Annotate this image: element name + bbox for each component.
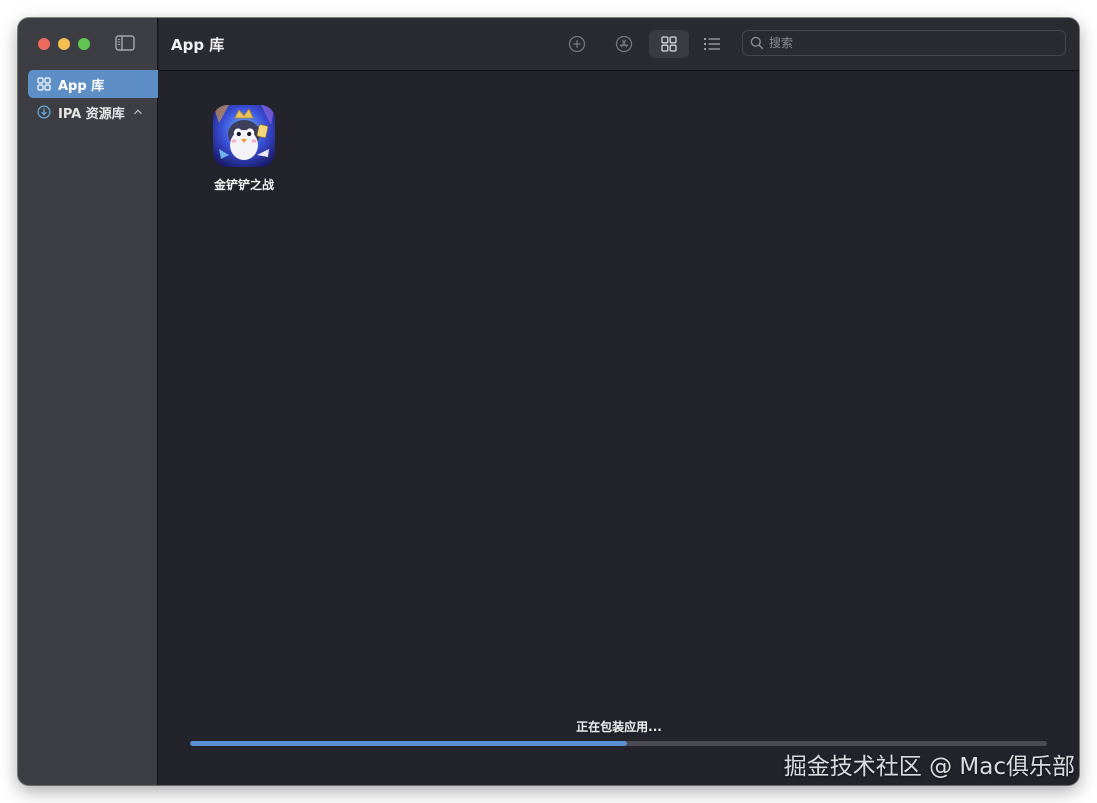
grid-view-button[interactable] bbox=[649, 30, 689, 58]
sidebar-item-label: App 库 bbox=[58, 78, 105, 94]
grid-icon bbox=[37, 77, 51, 91]
zoom-window-button[interactable] bbox=[78, 38, 90, 50]
sidebar-item-ipa-library[interactable]: IPA 资源库 bbox=[28, 98, 158, 126]
add-button[interactable] bbox=[557, 30, 597, 58]
search-field[interactable] bbox=[742, 30, 1066, 56]
search-icon bbox=[750, 36, 764, 50]
sidebar: App 库 IPA 资源库 bbox=[18, 18, 158, 785]
sidebar-item-app-library[interactable]: App 库 bbox=[28, 70, 158, 98]
search-input[interactable] bbox=[769, 36, 1049, 50]
close-window-button[interactable] bbox=[38, 38, 50, 50]
progress-bar-fill bbox=[190, 741, 628, 746]
install-button[interactable] bbox=[604, 30, 644, 58]
app-store-icon bbox=[615, 35, 633, 53]
app-name-label: 金铲铲之战 bbox=[213, 178, 274, 192]
toolbar: App 库 bbox=[159, 18, 1079, 71]
minimize-window-button[interactable] bbox=[58, 38, 70, 50]
watermark-text: 掘金技术社区 @ Mac俱乐部 bbox=[783, 754, 1075, 780]
list-view-icon bbox=[703, 37, 720, 51]
status-text: 正在包装应用... bbox=[576, 720, 662, 734]
progress-bar bbox=[190, 741, 1047, 746]
app-library-grid: 金铲铲之战 正在包装应用... bbox=[159, 71, 1079, 785]
plus-circle-icon bbox=[568, 35, 586, 53]
game-app-icon[interactable] bbox=[213, 105, 275, 167]
list-view-button[interactable] bbox=[692, 30, 732, 58]
app-tile[interactable]: 金铲铲之战 bbox=[203, 105, 285, 193]
app-window: App 库 IPA 资源库 App 库 搜索 金铲铲之战 正在包装应用... bbox=[18, 18, 1079, 785]
grid-view-icon bbox=[661, 36, 677, 52]
chevron-up-icon[interactable] bbox=[133, 107, 143, 117]
download-circle-icon bbox=[37, 105, 51, 119]
sidebar-toggle-icon[interactable] bbox=[115, 35, 135, 51]
sidebar-item-label: IPA 资源库 bbox=[58, 106, 125, 122]
window-title: App 库 bbox=[171, 36, 225, 54]
